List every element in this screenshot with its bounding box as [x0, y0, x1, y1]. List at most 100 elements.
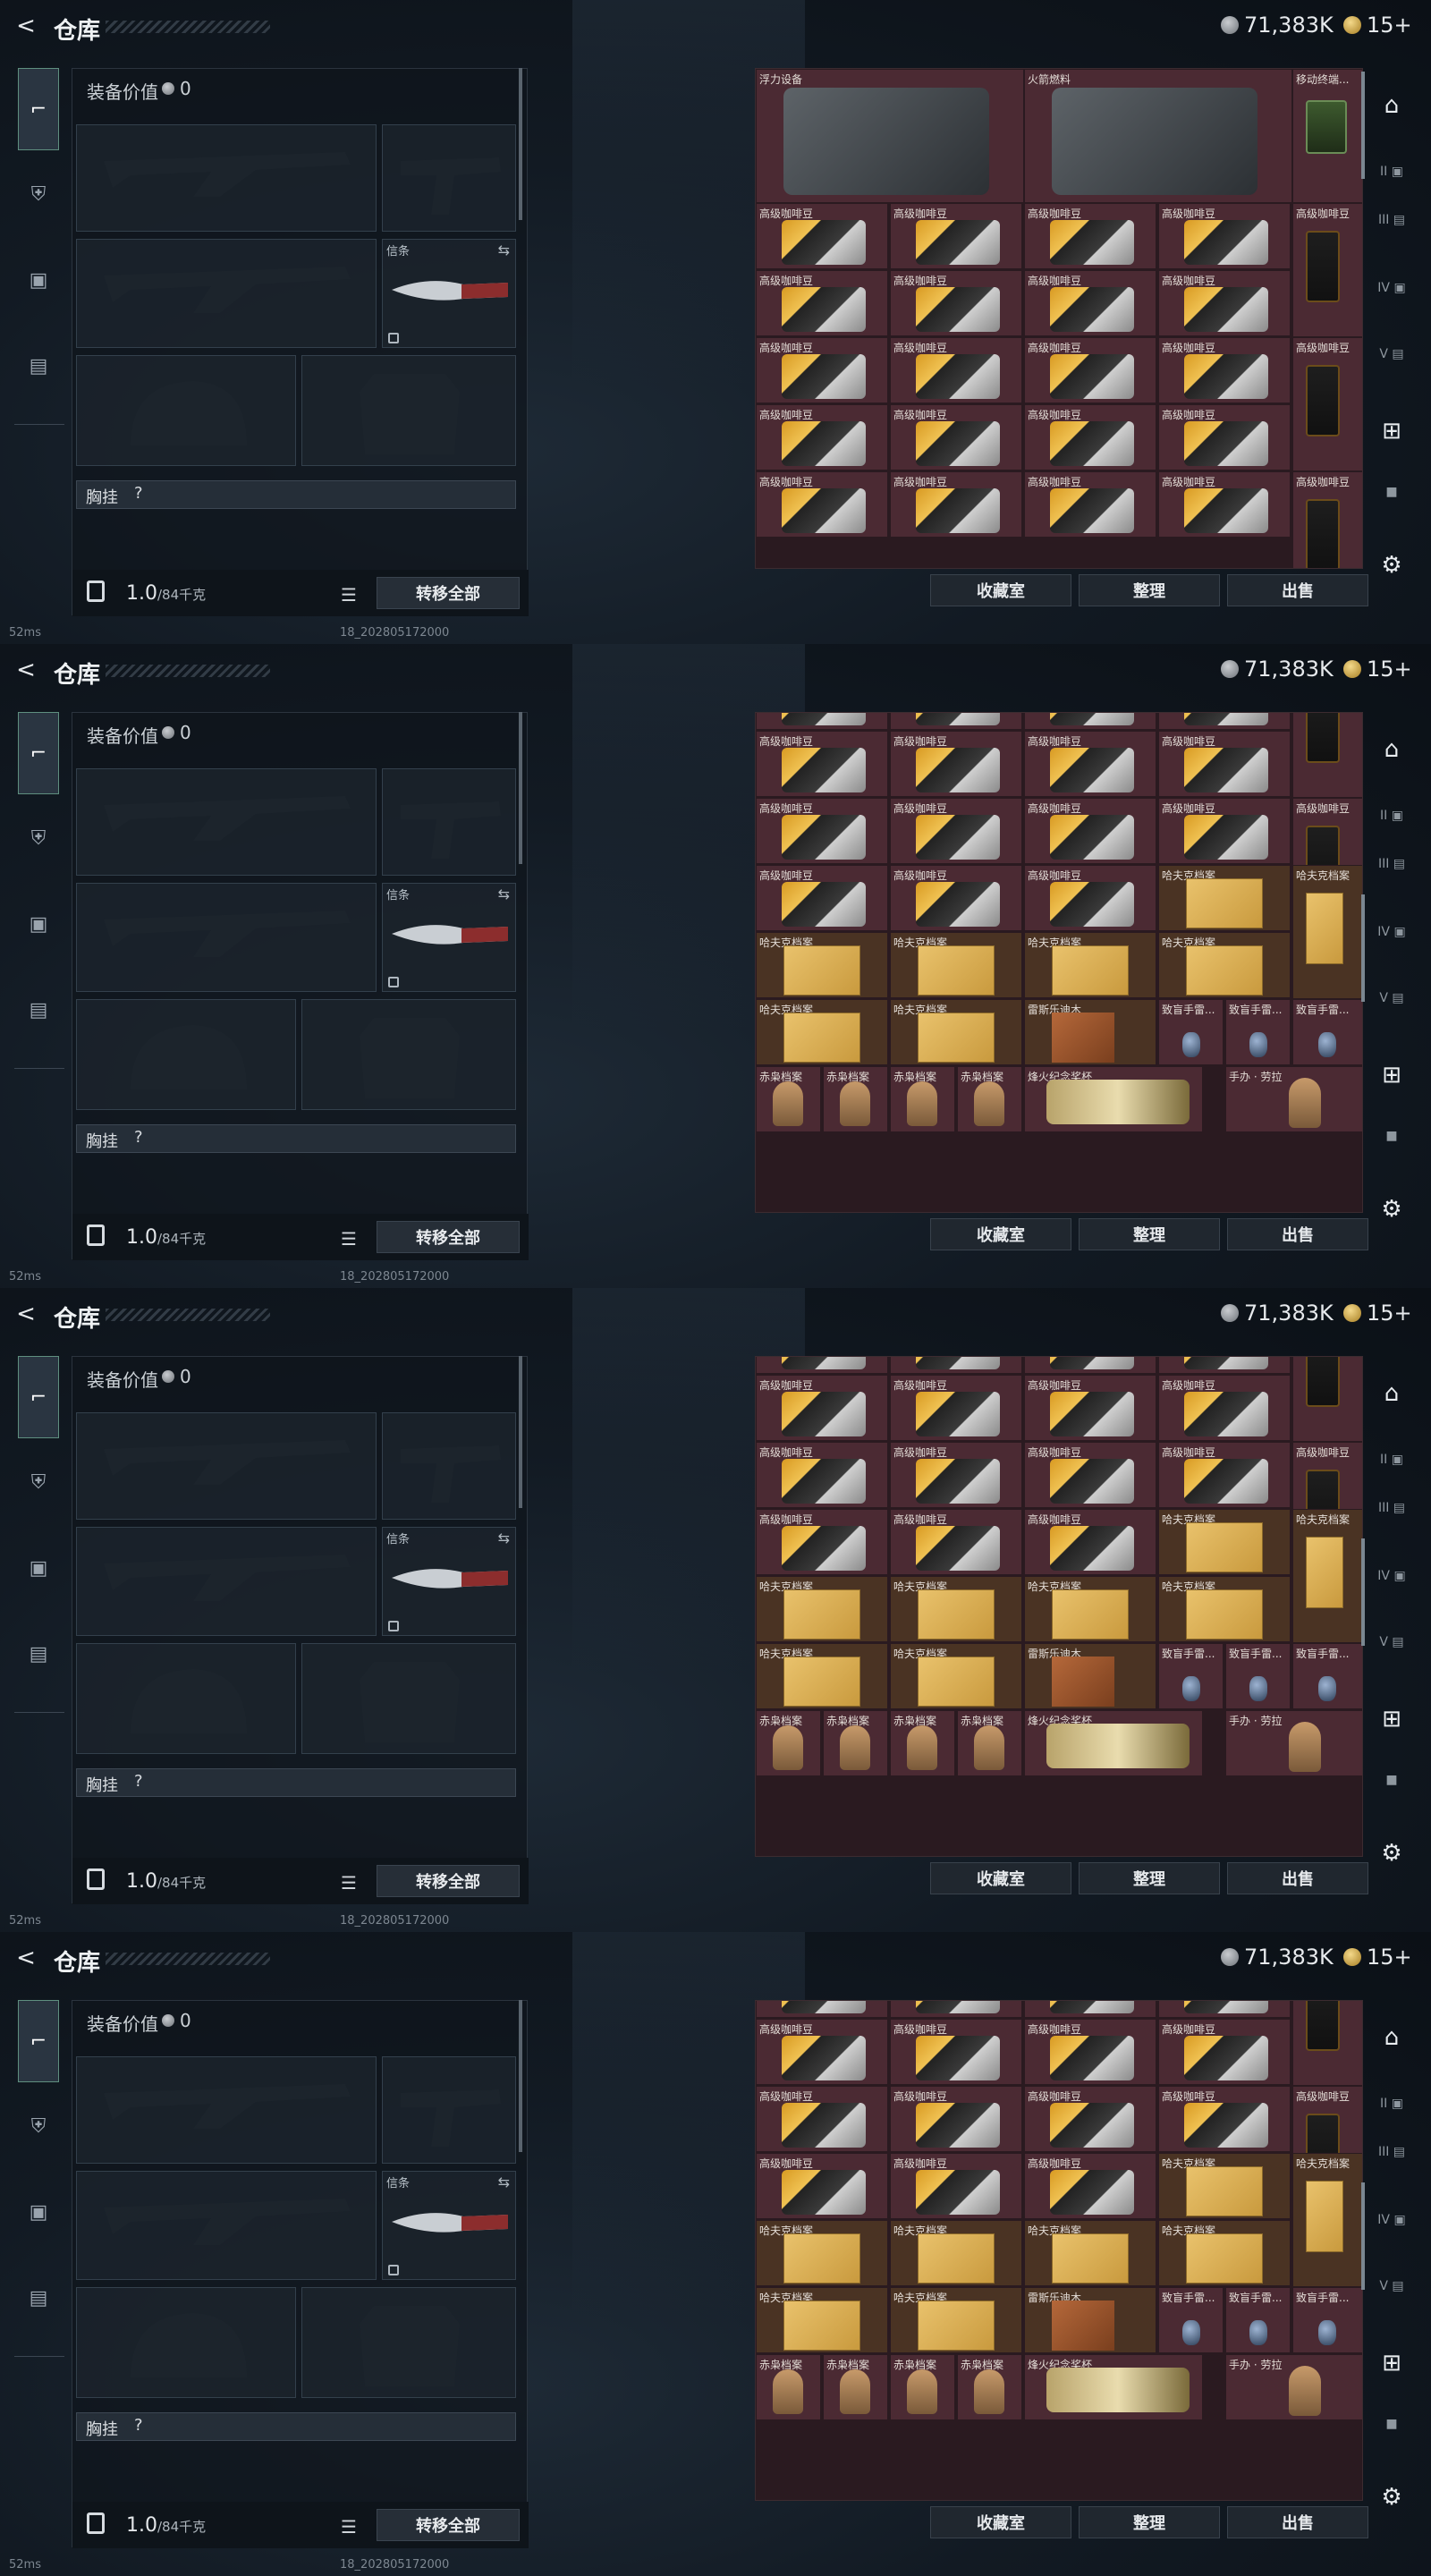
stash-item[interactable]: 高级咖啡豆 [1292, 203, 1362, 337]
stash-item[interactable]: 高级咖啡豆 [756, 203, 888, 269]
case-tab[interactable]: ▤ [18, 1633, 59, 1674]
stash-item[interactable]: 高级咖啡豆 [1292, 713, 1362, 798]
transfer-all-button[interactable]: 转移全部 [377, 1221, 520, 1253]
stash-item[interactable]: 高级咖啡豆 [1158, 1357, 1291, 1374]
stash-item[interactable]: 高级咖啡豆 [756, 713, 888, 730]
container-tab-5[interactable]: V ▤ [1374, 1624, 1410, 1660]
stash-item[interactable]: 哈夫克档案 [890, 2220, 1022, 2286]
lock-icon[interactable]: ■ [1374, 474, 1410, 510]
stash-item[interactable]: 赤枭档案 [957, 1066, 1022, 1132]
gear-icon[interactable]: ⚙ [1374, 1835, 1410, 1871]
armor-tab[interactable]: ⛨ [18, 818, 59, 859]
bag-tab[interactable]: ▣ [18, 903, 59, 945]
stash-item[interactable]: 哈夫克档案 [1292, 2153, 1362, 2287]
stash-item[interactable]: 高级咖啡豆 [1158, 2001, 1291, 2018]
stash-item[interactable]: 哈夫克档案 [1024, 1576, 1156, 1642]
stash-item[interactable]: 高级咖啡豆 [756, 1357, 888, 1374]
stash-item[interactable]: 高级咖啡豆 [1024, 1357, 1156, 1374]
chest-rig-slot[interactable]: 胸挂 ? [76, 480, 516, 509]
currency-gold[interactable]: 15+ [1343, 657, 1412, 682]
stash-item[interactable]: 哈夫克档案 [756, 2220, 888, 2286]
stash-item[interactable]: 移动终端... [1292, 69, 1362, 203]
body-armor-slot[interactable] [301, 1643, 516, 1754]
help-icon[interactable]: ? [134, 1128, 143, 1147]
stash-item[interactable]: 高级咖啡豆 [1158, 203, 1291, 269]
chest-rig-slot[interactable]: 胸挂 ? [76, 1768, 516, 1797]
stash-home-icon[interactable]: ⌂ [1374, 2020, 1410, 2055]
case-tab[interactable]: ▤ [18, 989, 59, 1030]
equipment-scrollbar[interactable] [519, 1356, 522, 1508]
back-button[interactable]: < [13, 1301, 39, 1327]
stash-item[interactable]: 高级咖啡豆 [756, 2153, 888, 2219]
stash-item[interactable]: 高级咖啡豆 [1024, 798, 1156, 864]
stash-item[interactable]: 哈夫克档案 [890, 932, 1022, 998]
armor-tab[interactable]: ⛨ [18, 174, 59, 215]
stash-item[interactable]: 赤枭档案 [957, 2354, 1022, 2420]
stash-item[interactable]: 赤枭档案 [823, 2354, 888, 2420]
stash-item[interactable]: 高级咖啡豆 [1024, 731, 1156, 797]
pistol-slot[interactable] [382, 124, 516, 232]
stash-item[interactable]: 哈夫克档案 [890, 2287, 1022, 2353]
container-tab-2[interactable]: II ▣ [1374, 154, 1410, 190]
helmet-slot[interactable] [76, 999, 296, 1110]
stash-item[interactable]: 高级咖啡豆 [756, 471, 888, 538]
stash-item[interactable]: 高级咖啡豆 [890, 1357, 1022, 1374]
currency-gold[interactable]: 15+ [1343, 1945, 1412, 1970]
stash-item[interactable]: 高级咖啡豆 [890, 1375, 1022, 1441]
stash-item[interactable]: 赤枭档案 [890, 2354, 955, 2420]
collection-room-button[interactable]: 收藏室 [930, 1862, 1071, 1894]
stash-item[interactable]: 高级咖啡豆 [890, 337, 1022, 403]
stash-item[interactable]: 高级咖啡豆 [1158, 337, 1291, 403]
stash-item[interactable]: 高级咖啡豆 [890, 203, 1022, 269]
stash-item[interactable]: 高级咖啡豆 [890, 731, 1022, 797]
stash-item[interactable]: 哈夫克档案 [756, 2287, 888, 2353]
stash-item[interactable]: 哈夫克档案 [1158, 932, 1291, 998]
stash-item[interactable]: 致盲手雷... [1158, 999, 1224, 1065]
weapon-tab[interactable]: ⌐ [18, 68, 59, 150]
collection-room-button[interactable]: 收藏室 [930, 574, 1071, 606]
stash-item[interactable]: 哈夫克档案 [1292, 865, 1362, 999]
stash-item[interactable]: 高级咖啡豆 [1024, 865, 1156, 931]
lock-icon[interactable]: ■ [1374, 1762, 1410, 1798]
equipment-scrollbar[interactable] [519, 2000, 522, 2152]
weapon-tab[interactable]: ⌐ [18, 712, 59, 794]
lock-icon[interactable]: ■ [1374, 1118, 1410, 1154]
armor-tab[interactable]: ⛨ [18, 2106, 59, 2147]
list-icon[interactable]: ☰ [341, 584, 357, 606]
stash-item[interactable]: 高级咖啡豆 [1024, 337, 1156, 403]
list-icon[interactable]: ☰ [341, 1228, 357, 1250]
stash-item[interactable]: 哈夫克档案 [1158, 1576, 1291, 1642]
add-container-icon[interactable]: ⊞ [1374, 1057, 1410, 1093]
stash-item[interactable]: 高级咖啡豆 [756, 270, 888, 336]
stash-item[interactable]: 赤枭档案 [890, 1710, 955, 1776]
help-icon[interactable]: ? [134, 2416, 143, 2435]
stash-item[interactable]: 高级咖啡豆 [1158, 1442, 1291, 1508]
help-icon[interactable]: ? [134, 1772, 143, 1791]
stash-item[interactable]: 哈夫克档案 [756, 1576, 888, 1642]
add-container-icon[interactable]: ⊞ [1374, 1701, 1410, 1737]
stash-item[interactable]: 高级咖啡豆 [756, 1442, 888, 1508]
stash-item[interactable]: 赤枭档案 [957, 1710, 1022, 1776]
stash-item[interactable]: 高级咖啡豆 [756, 798, 888, 864]
pistol-slot[interactable] [382, 768, 516, 876]
container-tab-3[interactable]: III ▤ [1374, 2134, 1410, 2170]
stash-item[interactable]: 高级咖啡豆 [1158, 1375, 1291, 1441]
stash-scrollbar[interactable] [1361, 1538, 1365, 1646]
stash-item[interactable]: 赤枭档案 [756, 1066, 821, 1132]
lock-icon[interactable]: ■ [1374, 2406, 1410, 2442]
sell-button[interactable]: 出售 [1227, 574, 1368, 606]
stash-item[interactable]: 高级咖啡豆 [890, 798, 1022, 864]
bag-tab[interactable]: ▣ [18, 1547, 59, 1589]
stash-item[interactable]: 浮力设备 [756, 69, 1024, 203]
stash-item[interactable]: 哈夫克档案 [890, 1576, 1022, 1642]
bag-tab[interactable]: ▣ [18, 259, 59, 301]
stash-item[interactable]: 雷斯乐迪木 [1024, 2287, 1156, 2353]
container-tab-4[interactable]: IV ▣ [1374, 2202, 1410, 2238]
stash-item[interactable]: 高级咖啡豆 [1292, 471, 1362, 568]
stash-item[interactable]: 哈夫克档案 [1158, 2153, 1291, 2219]
stash-item[interactable]: 哈夫克档案 [1024, 932, 1156, 998]
stash-item[interactable]: 手办 · 劳拉 [1225, 1710, 1362, 1776]
stash-item[interactable]: 高级咖啡豆 [1024, 713, 1156, 730]
stash-item[interactable]: 烽火纪念奖杯 [1024, 2354, 1203, 2420]
stash-item[interactable]: 高级咖啡豆 [1024, 404, 1156, 470]
